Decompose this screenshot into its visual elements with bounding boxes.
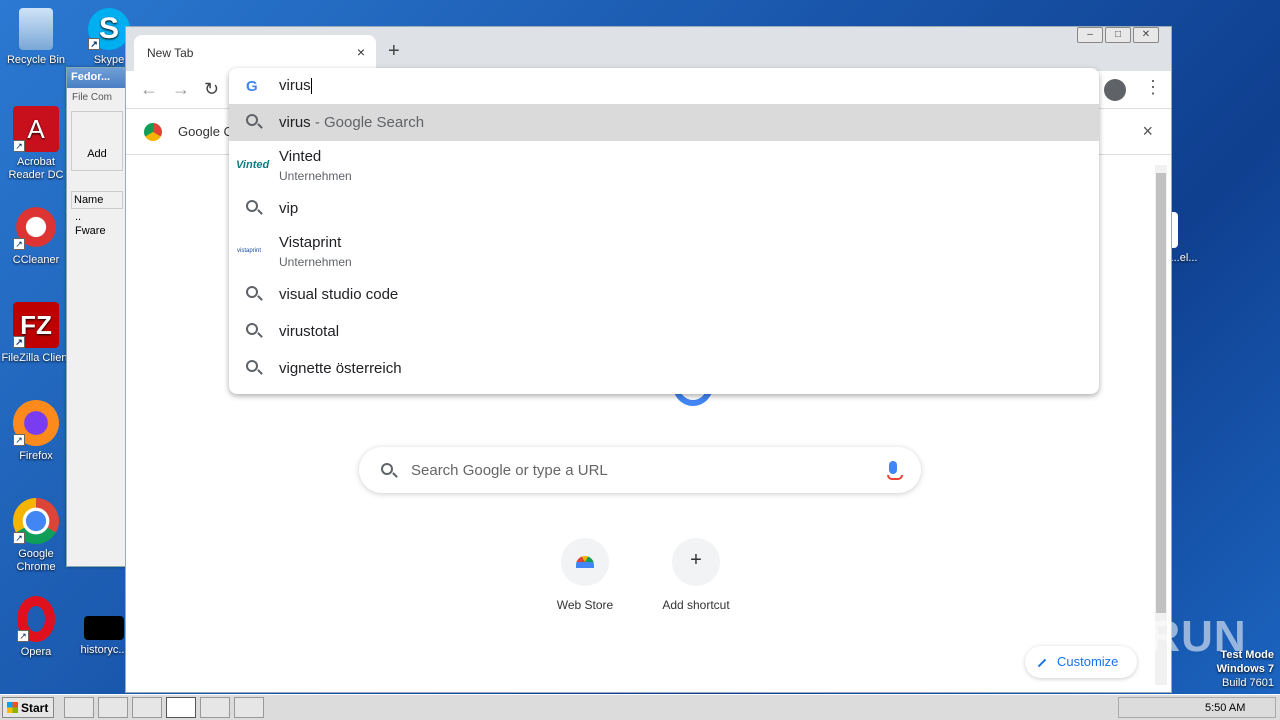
ntp-search-box[interactable]: Search Google or type a URL — [359, 447, 921, 493]
start-button[interactable]: Start — [2, 697, 54, 718]
text-caret — [310, 78, 312, 95]
winrar-window[interactable]: Fedor... File Com Add Name .. Fware — [66, 67, 128, 567]
add-icon: + — [672, 538, 720, 586]
search-icon — [246, 200, 258, 212]
omnibox-value: virus — [279, 77, 311, 94]
scrollbar[interactable] — [1155, 165, 1167, 685]
chrome-taskbar-icon[interactable] — [166, 697, 196, 718]
tab-strip: New Tab × + – □ ✕ — [126, 27, 1171, 71]
vinted-logo-icon: Vinted — [236, 159, 270, 171]
pencil-icon — [1037, 658, 1047, 667]
winrar-taskbar-icon[interactable] — [234, 697, 264, 718]
search-icon — [246, 286, 258, 298]
ntp-search-placeholder: Search Google or type a URL — [411, 462, 608, 479]
profile-icon[interactable] — [1104, 79, 1126, 101]
menu-kebab-icon[interactable]: ⋮ — [1144, 77, 1162, 98]
ccleaner-icon: ↗ — [13, 204, 59, 250]
reload-icon[interactable]: ↻ — [204, 79, 219, 100]
clock[interactable]: 5:50 AM — [1205, 702, 1245, 714]
desktop-icon-acrobat[interactable]: A ↗ Acrobat Reader DC — [1, 106, 71, 182]
chrome-icon: ↗ — [13, 498, 59, 544]
ie-taskbar-icon[interactable] — [64, 697, 94, 718]
suggestion-entity[interactable]: vistaprint Vistaprint Unternehmen — [229, 227, 1099, 276]
suggestion-search[interactable]: vip — [229, 190, 1099, 227]
tab-new-tab[interactable]: New Tab × — [134, 35, 376, 71]
customize-button[interactable]: Customize — [1025, 646, 1137, 678]
desktop-icon-recycle-bin[interactable]: Recycle Bin — [1, 8, 71, 67]
web-store-icon — [561, 538, 609, 586]
opera-taskbar-icon[interactable] — [200, 697, 230, 718]
taskbar: Start 5:50 AM — [0, 694, 1280, 720]
suggestion-entity[interactable]: Vinted Vinted Unternehmen — [229, 141, 1099, 190]
search-icon — [381, 463, 393, 475]
desktop-icon-firefox[interactable]: ↗ Firefox — [1, 400, 71, 463]
scrollbar-thumb[interactable] — [1156, 173, 1166, 613]
close-tab-icon[interactable]: × — [357, 44, 365, 60]
list-item[interactable]: .. — [75, 211, 119, 223]
explorer-taskbar-icon[interactable] — [98, 697, 128, 718]
desktop-icon-chrome[interactable]: ↗ Google Chrome — [1, 498, 71, 574]
system-tray: 5:50 AM — [1118, 697, 1276, 718]
chrome-logo-icon — [144, 123, 162, 141]
winrar-titlebar: Fedor... — [67, 68, 127, 88]
recycle-bin-icon — [19, 8, 53, 50]
new-tab-button[interactable]: + — [388, 40, 400, 63]
minimize-button[interactable]: – — [1077, 27, 1103, 43]
winrar-column-name[interactable]: Name — [71, 191, 123, 209]
forward-arrow-icon[interactable]: → — [172, 79, 190, 100]
search-icon — [246, 114, 258, 126]
media-player-taskbar-icon[interactable] — [132, 697, 162, 718]
close-window-button[interactable]: ✕ — [1133, 27, 1159, 43]
suggestion-search[interactable]: virus - Google Search — [229, 104, 1099, 141]
microphone-icon[interactable] — [887, 461, 903, 480]
maximize-button[interactable]: □ — [1105, 27, 1131, 43]
suggestion-search[interactable]: visual studio code — [229, 276, 1099, 313]
infobar-close-icon[interactable]: × — [1142, 121, 1153, 142]
filezilla-icon: FZ ↗ — [13, 302, 59, 348]
desktop-icon-filezilla[interactable]: FZ ↗ FileZilla Client — [1, 302, 71, 365]
omnibox-dropdown: G virus virus - Google Search Vinted Vint… — [229, 68, 1099, 394]
file-icon — [84, 616, 124, 640]
test-mode-notice: Test Mode Windows 7 Build 7601 — [1216, 649, 1274, 689]
opera-icon: ↗ — [17, 596, 55, 642]
search-icon — [246, 360, 258, 372]
firefox-icon: ↗ — [13, 400, 59, 446]
suggestion-search[interactable]: virustotal — [229, 313, 1099, 350]
window-controls: – □ ✕ — [1075, 27, 1159, 43]
suggestion-search[interactable]: vignette österreich — [229, 350, 1099, 387]
winrar-menu[interactable]: File Com — [67, 88, 127, 107]
back-arrow-icon[interactable]: ← — [140, 79, 158, 100]
vistaprint-logo-icon: vistaprint — [237, 248, 262, 254]
tab-title: New Tab — [147, 46, 194, 60]
desktop-icon-ccleaner[interactable]: ↗ CCleaner — [1, 204, 71, 267]
google-g-icon: G — [246, 78, 258, 95]
omnibox-input[interactable]: G virus — [229, 68, 1099, 104]
acrobat-icon: A ↗ — [13, 106, 59, 152]
skype-icon: S ↗ — [88, 8, 130, 50]
search-icon — [246, 323, 258, 335]
shortcut-web-store[interactable]: Web Store — [535, 538, 635, 612]
winrar-add-button[interactable]: Add — [71, 111, 123, 171]
list-item[interactable]: Fware — [75, 225, 119, 237]
desktop-icon-opera[interactable]: ↗ Opera — [1, 596, 71, 659]
shortcut-add[interactable]: + Add shortcut — [646, 538, 746, 612]
